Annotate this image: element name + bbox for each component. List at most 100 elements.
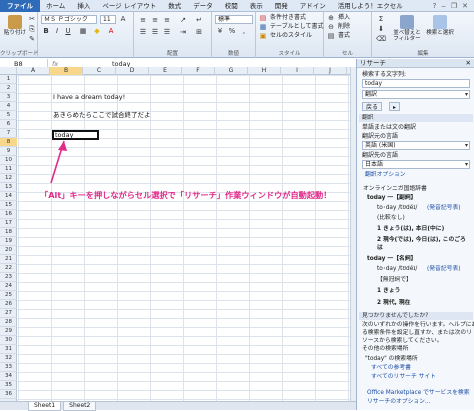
insert-cells-button[interactable]: 挿入 bbox=[338, 14, 350, 22]
close-pane-icon[interactable]: ✕ bbox=[466, 59, 471, 68]
target-language-select[interactable]: 日本語 bbox=[362, 160, 470, 169]
row-header-35[interactable]: 35 bbox=[0, 381, 17, 390]
section-translate[interactable]: 翻訳 bbox=[359, 114, 473, 122]
minimize-icon[interactable]: ‒ bbox=[441, 2, 445, 10]
select-all-corner[interactable] bbox=[0, 67, 17, 75]
border-icon[interactable]: ▦ bbox=[78, 27, 88, 36]
paste-button[interactable]: 貼り付け bbox=[2, 15, 28, 36]
service-select[interactable]: 翻訳 bbox=[362, 90, 470, 99]
conditional-format-button[interactable]: 条件付き書式 bbox=[270, 14, 306, 22]
align-top-icon[interactable]: ≡ bbox=[138, 16, 148, 25]
row-header-34[interactable]: 34 bbox=[0, 372, 17, 381]
delete-cells-button[interactable]: 削除 bbox=[338, 23, 350, 31]
forward-button[interactable]: ▸ bbox=[389, 102, 401, 111]
row-header-27[interactable]: 27 bbox=[0, 309, 17, 318]
clear-icon[interactable]: ⌫ bbox=[376, 35, 386, 44]
sheet-tab-1[interactable]: Sheet1 bbox=[28, 401, 62, 411]
bold-icon[interactable]: B bbox=[41, 27, 51, 36]
row-header-25[interactable]: 25 bbox=[0, 291, 17, 300]
back-button[interactable]: 戻る bbox=[362, 102, 383, 111]
fill-icon[interactable]: ⬇ bbox=[376, 25, 386, 34]
currency-icon[interactable]: ¥ bbox=[215, 27, 225, 36]
row-header-12[interactable]: 12 bbox=[0, 174, 17, 183]
tab-home[interactable]: ホーム bbox=[40, 0, 71, 12]
align-left-icon[interactable]: ☰ bbox=[138, 28, 148, 37]
grow-font-icon[interactable]: A bbox=[118, 15, 128, 24]
row-header-11[interactable]: 11 bbox=[0, 165, 17, 174]
merge-icon[interactable]: ⊞ bbox=[194, 28, 204, 37]
tab-custom[interactable]: 活用しよう！エクセル bbox=[332, 0, 409, 12]
row-header-22[interactable]: 22 bbox=[0, 264, 17, 273]
row-header-19[interactable]: 19 bbox=[0, 237, 17, 246]
row-header-23[interactable]: 23 bbox=[0, 273, 17, 282]
tab-page-layout[interactable]: ページ レイアウト bbox=[96, 0, 162, 12]
row-header-10[interactable]: 10 bbox=[0, 156, 17, 165]
column-header-d[interactable]: D bbox=[116, 67, 149, 75]
row-header-3[interactable]: 3 bbox=[0, 93, 17, 102]
row-header-21[interactable]: 21 bbox=[0, 255, 17, 264]
format-cells-button[interactable]: 書式 bbox=[338, 32, 350, 40]
column-header-b[interactable]: B bbox=[50, 67, 83, 75]
row-header-4[interactable]: 4 bbox=[0, 102, 17, 111]
row-header-29[interactable]: 29 bbox=[0, 327, 17, 336]
wrap-text-icon[interactable]: ↵ bbox=[194, 16, 204, 25]
italic-icon[interactable]: I bbox=[52, 27, 62, 36]
column-header-f[interactable]: F bbox=[182, 67, 215, 75]
row-header-26[interactable]: 26 bbox=[0, 300, 17, 309]
row-header-16[interactable]: 16 bbox=[0, 210, 17, 219]
cut-icon[interactable]: ✂ bbox=[27, 15, 37, 24]
section-not-found[interactable]: 見つかりませんでしたか? bbox=[359, 312, 473, 320]
underline-icon[interactable]: U bbox=[63, 27, 73, 36]
entry1-pron-link[interactable]: (発音記号表) bbox=[427, 204, 461, 212]
column-header-i[interactable]: I bbox=[281, 67, 314, 75]
row-header-17[interactable]: 17 bbox=[0, 219, 17, 228]
restore-icon[interactable]: ❐ bbox=[451, 2, 457, 10]
column-header-c[interactable]: C bbox=[83, 67, 116, 75]
font-color-icon[interactable]: A bbox=[106, 27, 116, 36]
number-format-select[interactable]: 標準 bbox=[215, 15, 253, 24]
column-header-e[interactable]: E bbox=[149, 67, 182, 75]
tab-insert[interactable]: 挿入 bbox=[71, 0, 96, 12]
row-header-24[interactable]: 24 bbox=[0, 282, 17, 291]
all-books-link[interactable]: すべての参考書 bbox=[371, 364, 411, 372]
row-header-28[interactable]: 28 bbox=[0, 318, 17, 327]
percent-icon[interactable]: % bbox=[227, 27, 237, 36]
fill-color-icon[interactable]: ◆ bbox=[92, 27, 102, 36]
tab-formulas[interactable]: 数式 bbox=[162, 0, 187, 12]
tab-file[interactable]: ファイル bbox=[0, 0, 40, 12]
tab-developer[interactable]: 開発 bbox=[269, 0, 294, 12]
close-icon[interactable]: ✕ bbox=[462, 2, 468, 10]
row-header-31[interactable]: 31 bbox=[0, 345, 17, 354]
entry2-pron-link[interactable]: (発音記号表) bbox=[427, 265, 461, 273]
row-header-36[interactable]: 36 bbox=[0, 390, 17, 399]
align-center-icon[interactable]: ☰ bbox=[150, 28, 160, 37]
orientation-icon[interactable]: ↗ bbox=[178, 16, 188, 25]
column-header-j[interactable]: J bbox=[314, 67, 347, 75]
table-format-button[interactable]: テーブルとして書式 bbox=[270, 23, 323, 31]
font-name-select[interactable]: ＭＳ Ｐゴシック bbox=[41, 15, 97, 24]
row-header-2[interactable]: 2 bbox=[0, 84, 17, 93]
source-language-select[interactable]: 英語 (米国) bbox=[362, 141, 470, 150]
align-bottom-icon[interactable]: ≡ bbox=[162, 16, 172, 25]
cell-style-button[interactable]: セルのスタイル bbox=[270, 32, 312, 40]
autosum-icon[interactable]: Σ bbox=[376, 15, 386, 24]
worksheet-grid[interactable]: I have a dream today! あきらめたらここで試合終了だよ to… bbox=[17, 75, 356, 401]
row-header-30[interactable]: 30 bbox=[0, 336, 17, 345]
marketplace-link[interactable]: Office Marketplace でサービスを検索 bbox=[367, 389, 470, 397]
search-input[interactable]: today bbox=[362, 79, 470, 88]
row-header-18[interactable]: 18 bbox=[0, 228, 17, 237]
row-header-14[interactable]: 14 bbox=[0, 192, 17, 201]
sort-filter-button[interactable]: 並べ替えとフィルター bbox=[392, 15, 422, 42]
tab-data[interactable]: データ bbox=[187, 0, 219, 12]
row-header-7[interactable]: 7 bbox=[0, 129, 17, 138]
row-header-9[interactable]: 9 bbox=[0, 147, 17, 156]
copy-icon[interactable]: ⎘ bbox=[27, 25, 37, 34]
row-header-33[interactable]: 33 bbox=[0, 363, 17, 372]
row-header-20[interactable]: 20 bbox=[0, 246, 17, 255]
align-right-icon[interactable]: ☰ bbox=[162, 28, 172, 37]
tab-view[interactable]: 表示 bbox=[244, 0, 269, 12]
research-options-link[interactable]: リサーチのオプション... bbox=[367, 398, 431, 406]
find-select-button[interactable]: 検索と選択 bbox=[426, 15, 454, 36]
font-size-select[interactable]: 11 bbox=[100, 15, 116, 24]
row-header-6[interactable]: 6 bbox=[0, 120, 17, 129]
